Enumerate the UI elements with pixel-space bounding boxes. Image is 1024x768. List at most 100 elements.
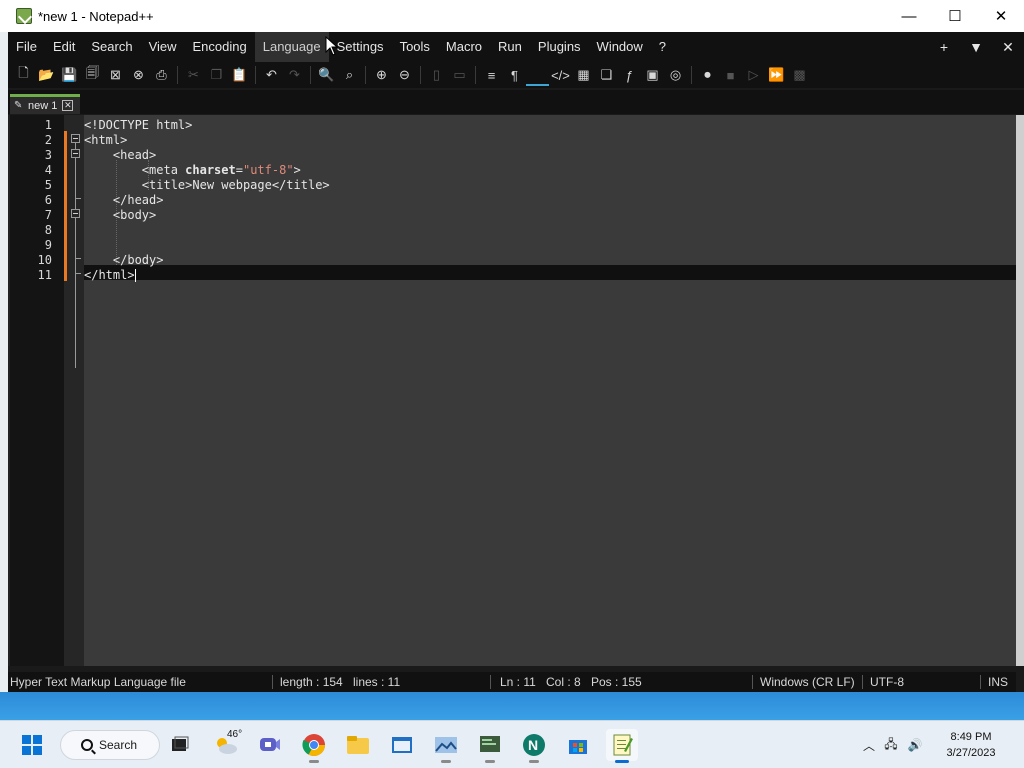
print-icon[interactable]: ⎙ bbox=[150, 64, 173, 86]
status-divider bbox=[752, 675, 753, 689]
menu-macro[interactable]: Macro bbox=[438, 32, 490, 62]
running-indicator bbox=[485, 760, 495, 763]
toolbar-separator bbox=[177, 66, 178, 84]
cut-icon[interactable]: ✂ bbox=[182, 64, 205, 86]
chrome-icon[interactable] bbox=[298, 729, 330, 763]
fold-margin bbox=[64, 115, 84, 666]
function-list-icon[interactable]: ƒ bbox=[618, 64, 641, 86]
terminal-app-icon[interactable] bbox=[474, 729, 506, 763]
menu-window[interactable]: Window bbox=[589, 32, 651, 62]
notepad-plus-plus-taskbar-icon[interactable] bbox=[606, 729, 638, 763]
window-app-icon[interactable] bbox=[386, 729, 418, 761]
fold-toggle-icon[interactable] bbox=[71, 134, 80, 143]
taskbar-search-button[interactable]: Search bbox=[60, 730, 160, 760]
tab-list-dropdown-icon[interactable]: ▼ bbox=[960, 39, 992, 55]
menu-help[interactable]: ? bbox=[651, 32, 674, 62]
tab-close-icon[interactable]: ✕ bbox=[62, 100, 74, 111]
play-macro-icon[interactable]: ▷ bbox=[742, 64, 765, 86]
zoom-in-icon[interactable]: ⊕ bbox=[370, 64, 393, 86]
current-line-highlight bbox=[84, 265, 1016, 280]
redo-icon[interactable]: ↷ bbox=[283, 64, 306, 86]
new-tab-plus-icon[interactable]: + bbox=[928, 39, 960, 55]
line-number: 4 bbox=[44, 163, 52, 177]
status-divider bbox=[862, 675, 863, 689]
notion-app-icon[interactable]: N bbox=[518, 729, 550, 763]
task-view-icon[interactable] bbox=[164, 729, 196, 761]
menu-view[interactable]: View bbox=[141, 32, 185, 62]
menu-language[interactable]: Language bbox=[254, 32, 329, 62]
window-controls: — ☐ ✕ bbox=[886, 0, 1024, 32]
open-file-icon[interactable]: 📂 bbox=[35, 64, 58, 86]
xml-tag-icon[interactable]: </> bbox=[549, 64, 572, 86]
menu-tools[interactable]: Tools bbox=[392, 32, 438, 62]
code-area[interactable]: <!DOCTYPE html> <html> <head> <meta chars… bbox=[84, 115, 1016, 666]
show-hidden-icons-chevron-icon[interactable]: ︿ bbox=[860, 737, 878, 754]
new-file-icon[interactable]: 🗋 bbox=[12, 64, 35, 86]
paste-icon[interactable]: 📋 bbox=[228, 64, 251, 86]
line-number: 9 bbox=[44, 238, 52, 252]
save-macro-icon[interactable]: ▩ bbox=[788, 64, 811, 86]
start-windows-icon[interactable] bbox=[16, 729, 48, 761]
indent-guide-icon[interactable] bbox=[526, 64, 549, 86]
title-bar: *new 1 - Notepad++ — ☐ ✕ bbox=[0, 0, 1024, 32]
sync-horizontal-icon[interactable]: ▭ bbox=[448, 64, 471, 86]
toolbar-separator bbox=[255, 66, 256, 84]
fold-toggle-icon[interactable] bbox=[71, 209, 80, 218]
code-token: </body> bbox=[112, 253, 164, 267]
menu-file[interactable]: File bbox=[8, 32, 45, 62]
taskbar-clock[interactable]: 8:49 PM 3/27/2023 bbox=[936, 729, 1006, 761]
status-ln: Ln : 11 bbox=[500, 675, 536, 689]
code-line: <body> bbox=[84, 208, 156, 223]
editor-pane[interactable]: 1 2 3 4 5 6 7 8 9 10 11 <!DOCTYPE html> <html> <hea… bbox=[8, 115, 1016, 666]
monitoring-icon[interactable]: ▣ bbox=[641, 64, 664, 86]
close-document-icon[interactable]: ✕ bbox=[992, 39, 1024, 56]
sync-vertical-icon[interactable]: ▯ bbox=[425, 64, 448, 86]
status-length: length : 154 bbox=[280, 675, 343, 689]
fold-line bbox=[75, 158, 76, 198]
maximize-button[interactable]: ☐ bbox=[932, 0, 978, 32]
code-token: </html> bbox=[84, 268, 135, 282]
mouse-cursor-icon bbox=[325, 36, 339, 56]
teams-chat-icon[interactable] bbox=[254, 729, 286, 761]
replace-icon[interactable]: ⌕ bbox=[338, 64, 361, 86]
show-all-chars-icon[interactable]: ¶ bbox=[503, 64, 526, 86]
save-icon[interactable]: 💾 bbox=[58, 64, 81, 86]
menu-search[interactable]: Search bbox=[83, 32, 140, 62]
minimize-button[interactable]: — bbox=[886, 0, 932, 32]
code-line: <html> bbox=[84, 133, 127, 148]
weather-temperature: 46° bbox=[227, 729, 243, 740]
file-explorer-icon[interactable] bbox=[342, 729, 374, 761]
microsoft-store-icon[interactable] bbox=[562, 729, 594, 761]
doc-list-icon[interactable]: ❏ bbox=[595, 64, 618, 86]
zoom-out-icon[interactable]: ⊖ bbox=[393, 64, 416, 86]
folder-workspace-icon[interactable]: ◎ bbox=[664, 64, 687, 86]
close-button[interactable]: ✕ bbox=[978, 0, 1024, 32]
find-icon[interactable]: 🔍 bbox=[315, 64, 338, 86]
fold-toggle-icon[interactable] bbox=[71, 149, 80, 158]
volume-icon[interactable]: 🔊 bbox=[904, 738, 926, 752]
status-pos: Pos : 155 bbox=[591, 675, 642, 689]
stop-macro-icon[interactable]: ■ bbox=[719, 64, 742, 86]
running-indicator bbox=[309, 760, 319, 763]
menu-run[interactable]: Run bbox=[490, 32, 530, 62]
run-macro-multiple-icon[interactable]: ⏩ bbox=[765, 64, 788, 86]
menu-encoding[interactable]: Encoding bbox=[185, 32, 255, 62]
code-token: <title> bbox=[141, 178, 193, 192]
close-icon[interactable]: ⊠ bbox=[104, 64, 127, 86]
close-all-icon[interactable]: ⊗ bbox=[127, 64, 150, 86]
photos-app-icon[interactable] bbox=[430, 729, 462, 763]
record-macro-icon[interactable]: ⏺ bbox=[696, 64, 719, 86]
doc-map-icon[interactable]: ▦ bbox=[572, 64, 595, 86]
menu-edit[interactable]: Edit bbox=[45, 32, 83, 62]
undo-icon[interactable]: ↶ bbox=[260, 64, 283, 86]
copy-icon[interactable]: ❐ bbox=[205, 64, 228, 86]
menu-plugins[interactable]: Plugins bbox=[530, 32, 589, 62]
save-all-icon[interactable]: 🗐 bbox=[81, 64, 104, 86]
network-icon[interactable]: 🖧 bbox=[878, 735, 904, 756]
tab-new-1[interactable]: ✎ new 1 ✕ bbox=[10, 94, 80, 114]
word-wrap-icon[interactable]: ≡ bbox=[480, 64, 503, 86]
vertical-scrollbar[interactable] bbox=[1016, 115, 1024, 666]
